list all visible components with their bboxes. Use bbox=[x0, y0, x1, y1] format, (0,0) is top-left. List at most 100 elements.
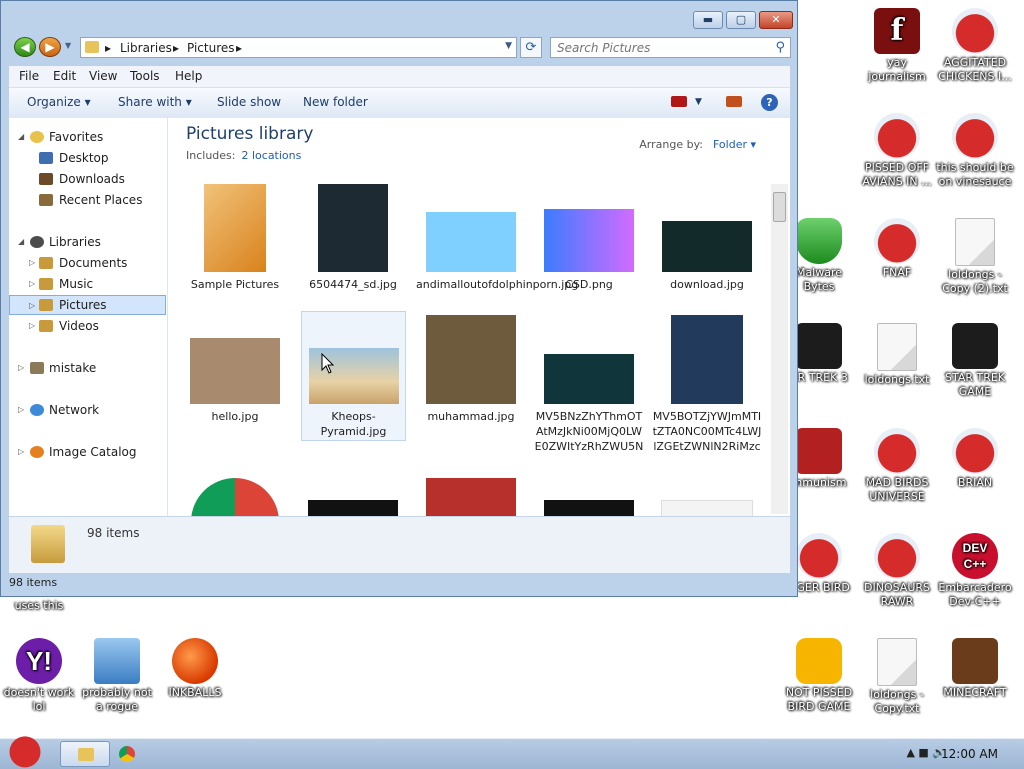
image-thumbnail bbox=[426, 478, 516, 516]
file-tile[interactable]: hello.jpg bbox=[180, 338, 290, 424]
search-input[interactable] bbox=[551, 38, 773, 57]
change-view-icon[interactable] bbox=[671, 96, 687, 107]
breadcrumb-libraries[interactable]: Libraries bbox=[120, 41, 172, 55]
expanded-arrow-icon[interactable]: ◢ bbox=[18, 127, 24, 147]
expanded-arrow-icon[interactable]: ◢ bbox=[18, 232, 24, 252]
desktop-icon-uses-this[interactable]: uses this bbox=[0, 599, 78, 613]
nav-network[interactable]: ▷ Network bbox=[9, 400, 166, 420]
collapsed-arrow-icon[interactable]: ▷ bbox=[29, 253, 35, 273]
desktop-icon-dinosaurs-rawr[interactable]: DINOSAURS RAWR bbox=[858, 533, 936, 609]
collapsed-arrow-icon[interactable]: ▷ bbox=[29, 296, 35, 316]
angry-bird-icon bbox=[874, 218, 920, 264]
file-tile[interactable] bbox=[298, 500, 408, 516]
nav-label: mistake bbox=[49, 361, 97, 375]
file-tile[interactable]: Kheops-Pyramid.jpg bbox=[301, 311, 406, 441]
desktop-icon-inkballs[interactable]: INKBALLS bbox=[156, 638, 234, 700]
scrollbar-thumb[interactable] bbox=[773, 192, 786, 222]
menu-edit[interactable]: Edit bbox=[53, 69, 76, 83]
nav-favorites[interactable]: ◢ Favorites bbox=[9, 127, 166, 147]
desktop-icon-dev-cpp[interactable]: DEV C++ Embarcadero Dev-C++ bbox=[936, 533, 1014, 609]
file-tile[interactable] bbox=[180, 478, 290, 516]
desktop-icon-yahoo[interactable]: Y! doesn't work lol bbox=[0, 638, 78, 714]
new-folder-button[interactable]: New folder bbox=[303, 95, 368, 109]
file-tile[interactable]: MV5BOTZjYWJmMTItZTA0NC00MTc4LWJlZGEtZWNl… bbox=[652, 315, 762, 455]
includes-locations-link[interactable]: 2 locations bbox=[241, 149, 301, 162]
pictures-icon bbox=[39, 299, 53, 311]
nav-mistake[interactable]: ▷ mistake bbox=[9, 358, 166, 378]
desktop-icon-not-pissed-bird-game[interactable]: NOT PISSED BIRD GAME bbox=[780, 638, 858, 714]
taskbar-explorer-button[interactable] bbox=[60, 741, 110, 767]
refresh-button[interactable]: ⟳ bbox=[520, 37, 542, 58]
share-with-button[interactable]: Share with ▾ bbox=[118, 95, 192, 109]
file-tile[interactable]: MV5BNzZhYThmOTAtMzJkNi00MjQ0LWE0ZWItYzRh… bbox=[534, 354, 644, 455]
organize-button[interactable]: Organize ▾ bbox=[27, 95, 91, 109]
file-tile[interactable]: download.jpg bbox=[652, 221, 762, 292]
file-tile[interactable]: CSD.png bbox=[534, 209, 644, 292]
search-box[interactable]: ⚲ bbox=[550, 37, 791, 58]
arrange-by-dropdown[interactable]: Folder ▾ bbox=[713, 138, 756, 151]
start-button[interactable] bbox=[3, 731, 47, 769]
desktop-icon-brian[interactable]: BRIAN bbox=[936, 428, 1014, 490]
close-button[interactable]: ✕ bbox=[759, 11, 793, 29]
nav-downloads[interactable]: Downloads bbox=[9, 169, 166, 189]
recent-pages-dropdown[interactable]: ▼ bbox=[65, 41, 71, 50]
collapsed-arrow-icon[interactable]: ▷ bbox=[29, 274, 35, 294]
desktop-icon-yay-journalism[interactable]: f yay journalism bbox=[858, 8, 936, 84]
desktop-icon-fnaf[interactable]: FNAF bbox=[858, 218, 936, 280]
breadcrumb-separator[interactable]: ▸ bbox=[236, 41, 242, 55]
menu-tools[interactable]: Tools bbox=[130, 69, 160, 83]
file-tile[interactable] bbox=[652, 500, 762, 516]
slide-show-button[interactable]: Slide show bbox=[217, 95, 281, 109]
nav-videos[interactable]: ▷ Videos bbox=[9, 316, 166, 336]
breadcrumb-separator[interactable]: ▸ bbox=[173, 41, 179, 55]
nav-pictures[interactable]: ▷ Pictures bbox=[9, 295, 166, 315]
forward-button[interactable]: ▶ bbox=[39, 37, 61, 57]
breadcrumb-separator[interactable]: ▸ bbox=[105, 41, 111, 55]
minimize-button[interactable]: ▬ bbox=[693, 11, 723, 29]
desktop-icon-loldongs-copy-2[interactable]: loldongs - Copy (2).txt bbox=[936, 218, 1014, 296]
menu-help[interactable]: Help bbox=[175, 69, 202, 83]
star-trek-icon bbox=[796, 323, 842, 369]
nav-image-catalog[interactable]: ▷ Image Catalog bbox=[9, 442, 166, 462]
file-tile[interactable]: muhammad.jpg bbox=[416, 315, 526, 424]
back-button[interactable]: ◀ bbox=[14, 37, 36, 57]
maximize-button[interactable]: ▢ bbox=[726, 11, 756, 29]
menu-file[interactable]: File bbox=[19, 69, 39, 83]
preview-pane-icon[interactable] bbox=[726, 96, 742, 107]
search-icon[interactable]: ⚲ bbox=[775, 40, 785, 55]
file-tile[interactable] bbox=[534, 500, 644, 516]
address-bar[interactable]: ▸ Libraries ▸ Pictures ▸ ▼ bbox=[80, 37, 517, 58]
desktop-icon-pissed-off-avians[interactable]: PISSED OFF AVIANS IN ... bbox=[858, 113, 936, 189]
title-bar[interactable]: ▬ ▢ ✕ bbox=[1, 1, 797, 35]
nav-libraries[interactable]: ◢ Libraries bbox=[9, 232, 166, 252]
desktop-icon-probably-not-a-rogue[interactable]: probably not a rogue bbox=[78, 638, 156, 714]
nav-recent-places[interactable]: Recent Places bbox=[9, 190, 166, 210]
desktop-icon-mad-birds-universe[interactable]: MAD BIRDS UNIVERSE bbox=[858, 428, 936, 504]
collapsed-arrow-icon[interactable]: ▷ bbox=[29, 316, 35, 336]
desktop-icon-aggitated-chickens[interactable]: AGGITATED CHICKENS I... bbox=[936, 8, 1014, 84]
nav-desktop[interactable]: Desktop bbox=[9, 148, 166, 168]
file-tile[interactable]: andimalloutofdolphinporn.jpg bbox=[416, 212, 578, 292]
menu-view[interactable]: View bbox=[89, 69, 117, 83]
desktop-icon-loldongs-copy[interactable]: loldongs - Copy.txt bbox=[858, 638, 936, 716]
file-tile[interactable] bbox=[416, 478, 526, 516]
address-dropdown[interactable]: ▼ bbox=[505, 41, 512, 51]
desktop-icon-star-trek-game[interactable]: STAR TREK GAME bbox=[936, 323, 1014, 399]
clock[interactable]: 12:00 AM bbox=[941, 747, 998, 761]
nav-music[interactable]: ▷ Music bbox=[9, 274, 166, 294]
taskbar-chrome-button[interactable] bbox=[110, 741, 160, 767]
file-tile[interactable]: 6504474_sd.jpg bbox=[298, 184, 408, 292]
vertical-scrollbar[interactable] bbox=[771, 184, 788, 514]
nav-documents[interactable]: ▷ Documents bbox=[9, 253, 166, 273]
help-icon[interactable]: ? bbox=[761, 94, 778, 111]
desktop-icon-vinesauce[interactable]: this should be on vinesauce bbox=[936, 113, 1014, 189]
file-tile[interactable]: Sample Pictures bbox=[180, 184, 290, 292]
collapsed-arrow-icon[interactable]: ▷ bbox=[18, 358, 24, 378]
desktop-icon-loldongs[interactable]: loldongs.txt bbox=[858, 323, 936, 387]
collapsed-arrow-icon[interactable]: ▷ bbox=[18, 400, 24, 420]
view-options-dropdown[interactable]: ▼ bbox=[695, 97, 702, 107]
collapsed-arrow-icon[interactable]: ▷ bbox=[18, 442, 24, 462]
nav-label: Libraries bbox=[49, 235, 101, 249]
desktop-icon-minecraft[interactable]: MINECRAFT bbox=[936, 638, 1014, 700]
breadcrumb-pictures[interactable]: Pictures bbox=[187, 41, 235, 55]
